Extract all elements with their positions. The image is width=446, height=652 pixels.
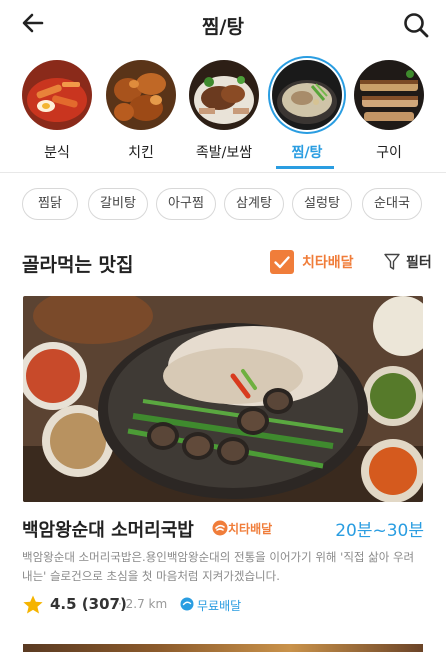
- chip-agujjim[interactable]: 아구찜: [156, 188, 216, 220]
- delivery-time: 20분~30분: [335, 521, 424, 541]
- next-restaurant-photo[interactable]: [23, 644, 423, 652]
- chip-galbitang[interactable]: 갈비탕: [88, 188, 148, 220]
- category-label: 구이: [376, 145, 402, 161]
- category-chicken[interactable]: 치킨: [104, 60, 178, 162]
- divider: [0, 172, 446, 173]
- category-label: 찜/탕: [291, 145, 323, 161]
- category-image: [22, 60, 92, 130]
- check-icon: [274, 256, 290, 269]
- subcategory-chips: 찜닭 갈비탕 아구찜 삼계탕 설렁탕 순대국: [22, 188, 446, 220]
- restaurant-description: 백암왕순대 소머리국밥은.용인백암왕순대의 전통을 이어가기 위해 '직접 삶아…: [22, 550, 415, 583]
- category-image: [354, 60, 424, 130]
- active-category-indicator: [276, 166, 334, 169]
- category-jokbal-bossam[interactable]: 족발/보쌈: [187, 60, 261, 162]
- restaurant-meta: 4.5 (307) · 2.7 km 무료배달: [22, 594, 422, 616]
- category-label: 치킨: [128, 145, 154, 161]
- category-image: [189, 60, 259, 130]
- star-icon: [23, 595, 43, 614]
- category-gui[interactable]: 구이: [352, 60, 426, 162]
- distance: · 2.7 km: [118, 597, 168, 611]
- category-image: [106, 60, 176, 130]
- cheetah-icon: [212, 520, 228, 536]
- filter-icon[interactable]: [384, 253, 400, 271]
- category-carousel: 분식 치킨 족발/보쌈 찜/탕 구이: [0, 60, 446, 172]
- restaurant-name[interactable]: 백암왕순대 소머리국밥: [22, 516, 194, 542]
- chip-sundaeguk[interactable]: 순대국: [362, 188, 422, 220]
- category-jjim-tang[interactable]: 찜/탕: [270, 60, 344, 162]
- category-label: 족발/보쌈: [195, 145, 253, 161]
- cheetah-filter-checkbox[interactable]: [270, 250, 294, 274]
- page-title: 찜/탕: [202, 16, 244, 38]
- cheetah-filter-label[interactable]: 치타배달: [302, 252, 354, 272]
- category-bunsik[interactable]: 분식: [20, 60, 94, 162]
- chip-jjimdak[interactable]: 찜닭: [22, 188, 78, 220]
- section-title: 골라먹는 맛집: [22, 254, 134, 276]
- restaurant-photo[interactable]: [23, 296, 423, 502]
- badge-label: 치타배달: [228, 522, 273, 536]
- top-bar: 찜/탕: [0, 0, 446, 50]
- search-icon[interactable]: [402, 11, 430, 39]
- free-delivery-label: 무료배달: [197, 599, 242, 613]
- category-label: 분식: [44, 145, 70, 161]
- section-header: 골라먹는 맛집 치타배달 필터: [0, 242, 446, 282]
- chip-samgyetang[interactable]: 삼계탕: [224, 188, 284, 220]
- category-image: [272, 60, 342, 130]
- rating: 4.5 (307): [50, 595, 127, 613]
- filter-button-label[interactable]: 필터: [406, 252, 432, 272]
- free-delivery-icon: [180, 597, 194, 611]
- restaurant-title-row[interactable]: 백암왕순대 소머리국밥 치타배달 20분~30분: [22, 516, 424, 544]
- chip-seolleongtang[interactable]: 설렁탕: [292, 188, 352, 220]
